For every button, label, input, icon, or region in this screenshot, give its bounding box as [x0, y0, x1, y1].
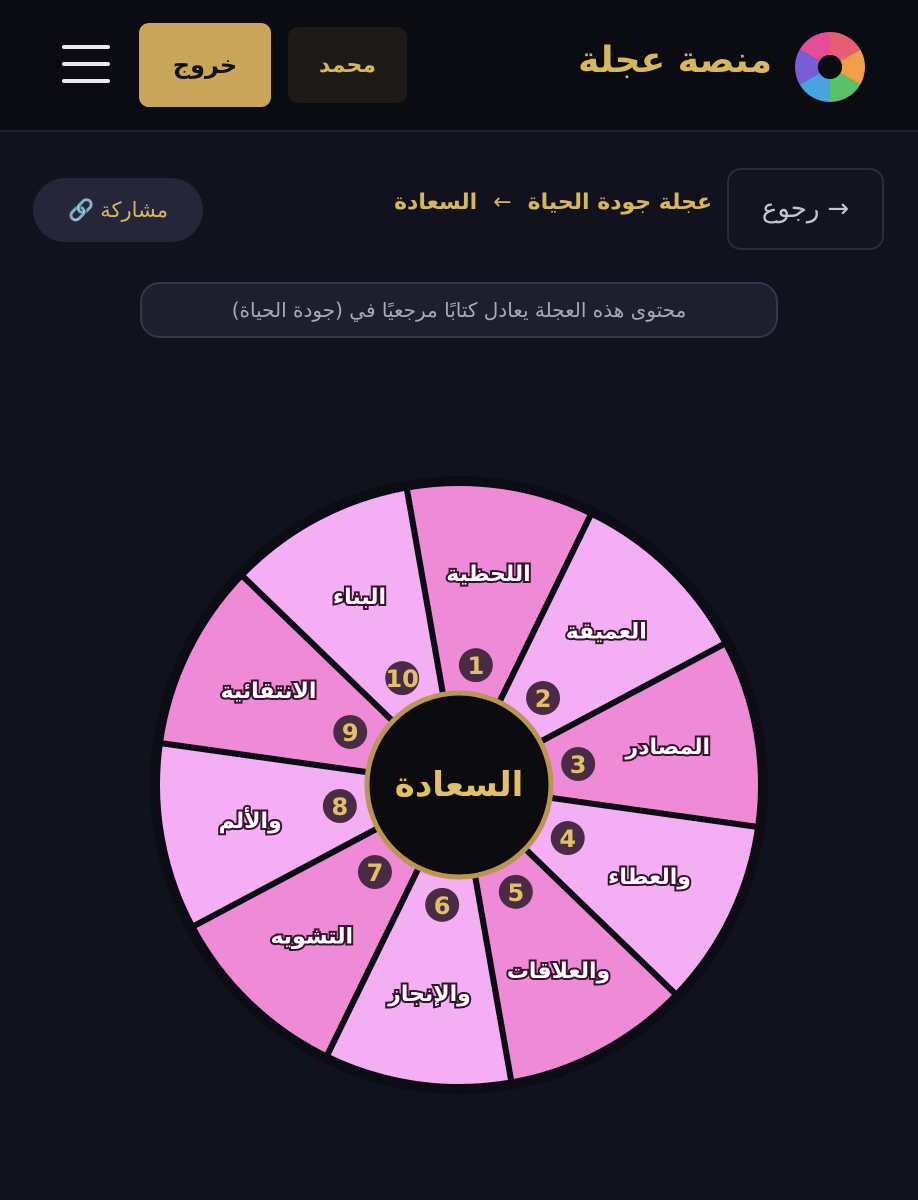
segment-number-badge	[458, 648, 493, 683]
wheel-segment-1[interactable]	[403, 480, 596, 795]
segment-number: 5	[507, 879, 524, 907]
segment-number-badge	[526, 680, 561, 715]
back-button-label: رجوع	[761, 194, 820, 224]
segment-number-badge	[498, 874, 533, 909]
share-label: مشاركة	[100, 198, 168, 222]
wheel-rim	[150, 476, 768, 1094]
segment-number: 9	[342, 719, 359, 747]
wheel-segment-7[interactable]	[188, 778, 466, 1061]
segment-number-badge	[385, 661, 420, 696]
app-logo-icon[interactable]	[794, 31, 866, 103]
wheel-segment-label: اللحظية	[446, 562, 530, 587]
wheel-segment-label: المصادر	[625, 735, 710, 760]
logo-center	[818, 55, 842, 79]
segment-number: 8	[331, 793, 348, 821]
wheel-segment-label: والإنجاز	[387, 982, 471, 1007]
menu-bar	[62, 79, 110, 83]
wheel-segment-2[interactable]	[452, 509, 730, 792]
segment-number-badge	[425, 887, 460, 922]
breadcrumb-current: السعادة	[394, 190, 478, 215]
segment-number: 7	[367, 859, 384, 887]
wheel-hub[interactable]	[364, 690, 554, 880]
share-button[interactable]: مشاركة 🔗	[33, 178, 203, 242]
wheel-segment-9[interactable]	[156, 570, 468, 790]
wheel-segment-label: والعلاقات	[507, 959, 610, 984]
segment-number-badge	[333, 714, 368, 749]
segment-number: 2	[535, 685, 552, 713]
wheel-segment-label: العميقة	[566, 619, 647, 644]
arrow-right-icon: →	[827, 194, 850, 224]
breadcrumb-arrow-icon: ←	[493, 190, 512, 215]
segment-number: 1	[467, 652, 484, 680]
wheel-segment-6[interactable]	[322, 775, 515, 1090]
segment-number-badge	[550, 821, 585, 856]
menu-bar	[62, 62, 110, 66]
wheel-segment-4[interactable]	[450, 780, 762, 1000]
segment-number-badge	[357, 855, 392, 890]
info-banner: محتوى هذه العجلة يعادل كتابًا مرجعيًا في…	[140, 282, 778, 338]
wheel-segment-10[interactable]	[237, 484, 464, 794]
wheel-segment-label: البناء	[333, 585, 386, 610]
segment-number: 3	[570, 751, 587, 779]
logout-button[interactable]: خروج	[139, 23, 271, 107]
top-header: منصة عجلة محمد خروج	[0, 0, 918, 132]
wheel-segment-8[interactable]	[154, 739, 469, 931]
wheel-center-label: السعادة	[395, 765, 524, 805]
user-button[interactable]: محمد	[288, 27, 407, 103]
segment-number: 10	[385, 665, 418, 693]
wheel-segment-label: التشويه	[270, 925, 353, 950]
wheel-segment-3[interactable]	[449, 639, 764, 831]
hamburger-menu-icon[interactable]	[62, 45, 110, 85]
breadcrumb: عجلة جودة الحياة ← السعادة	[394, 190, 712, 215]
segment-number-badge	[322, 789, 357, 824]
segment-number: 6	[434, 892, 451, 920]
wheel-segment-label: والألم	[219, 806, 282, 834]
menu-bar	[62, 45, 110, 49]
segment-number: 4	[559, 825, 576, 853]
wheel-segment-label: والعطاء	[608, 865, 691, 890]
wheel-segment-label: الانتقائية	[221, 679, 317, 704]
breadcrumb-parent[interactable]: عجلة جودة الحياة	[528, 190, 712, 215]
back-button[interactable]: → رجوع	[727, 168, 884, 250]
segment-number-badge	[561, 746, 596, 781]
brand-title[interactable]: منصة عجلة	[578, 40, 772, 81]
wheel-segment-5[interactable]	[454, 776, 681, 1086]
link-icon: 🔗	[68, 197, 95, 222]
